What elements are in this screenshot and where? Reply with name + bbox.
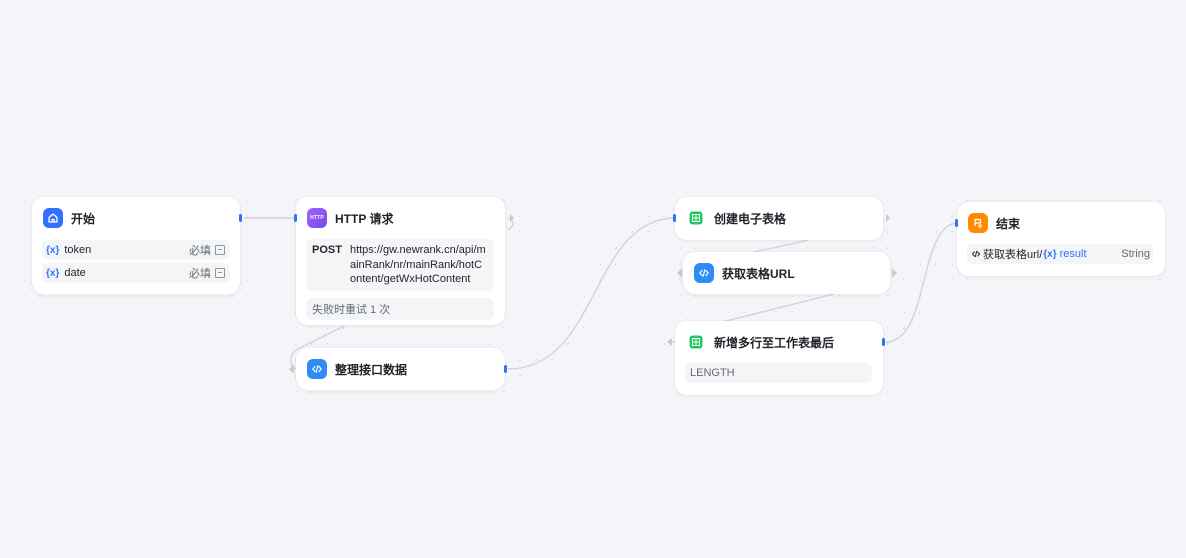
output-port[interactable] [504, 365, 507, 373]
node-title: 开始 [71, 211, 96, 226]
sheet-icon [686, 332, 706, 352]
create-sheet-node[interactable]: 创建电子表格 [673, 197, 883, 240]
http-config[interactable]: POST https://gw.newrank.cn/api/mainRank/… [306, 239, 494, 291]
input-port[interactable] [294, 214, 297, 222]
sheet-icon [686, 208, 706, 228]
input-port[interactable] [955, 219, 958, 227]
input-name: date [64, 267, 86, 279]
required-label: 必填 [189, 268, 211, 280]
code-icon [307, 359, 327, 379]
http-icon: HTTP [307, 208, 327, 228]
end-icon [968, 213, 988, 233]
node-title: 创建电子表格 [714, 211, 787, 226]
append-rows-node[interactable]: 新增多行至工作表最后 LENGTH [675, 321, 885, 395]
input-date-row[interactable]: {x} date 必填 [42, 263, 230, 283]
code-icon [972, 250, 980, 258]
variable-icon: {x} [46, 244, 60, 256]
output-port[interactable] [882, 338, 885, 346]
retry-setting: 失败时重试 1 次 [306, 298, 494, 320]
input-port[interactable] [673, 214, 676, 222]
output-port[interactable] [239, 214, 242, 222]
text-type-icon [215, 268, 225, 278]
get-sheet-url-node[interactable]: 获取表格URL [683, 252, 890, 294]
end-node[interactable]: 结束 获取表格url/ {x} result String [955, 202, 1165, 276]
edge-append-to-end [885, 222, 959, 343]
start-node[interactable]: 开始 {x} token 必填 {x} date 必填 [32, 197, 242, 294]
input-token-row[interactable]: {x} token 必填 [42, 240, 230, 260]
code-icon [694, 263, 714, 283]
home-icon [43, 208, 63, 228]
output-source: 获取表格url/ [983, 249, 1043, 261]
process-data-node[interactable]: 整理接口数据 [296, 348, 507, 390]
length-field[interactable]: LENGTH [685, 363, 872, 383]
http-method: POST [312, 244, 342, 256]
http-url: https://gw.newrank.cn/api/mainRank/nr/ma… [349, 244, 486, 285]
node-title: 新增多行至工作表最后 [714, 335, 835, 350]
node-title: HTTP 请求 [335, 211, 394, 226]
output-type: String [1121, 248, 1150, 260]
http-request-node[interactable]: HTTP HTTP 请求 POST https://gw.newrank.cn/… [294, 197, 505, 325]
input-name: token [64, 244, 92, 256]
output-variable: result [1059, 248, 1087, 260]
variable-icon: {x} [1043, 248, 1057, 260]
node-title: 整理接口数据 [335, 362, 408, 377]
node-title: 获取表格URL [722, 266, 795, 281]
text-type-icon [215, 245, 225, 255]
required-label: 必填 [189, 245, 211, 257]
node-title: 结束 [996, 216, 1021, 231]
output-result-row[interactable]: 获取表格url/ {x} result String [967, 244, 1153, 264]
variable-icon: {x} [46, 267, 60, 279]
edge-process-to-create [507, 217, 677, 370]
http-icon-text: HTTP [310, 215, 324, 221]
